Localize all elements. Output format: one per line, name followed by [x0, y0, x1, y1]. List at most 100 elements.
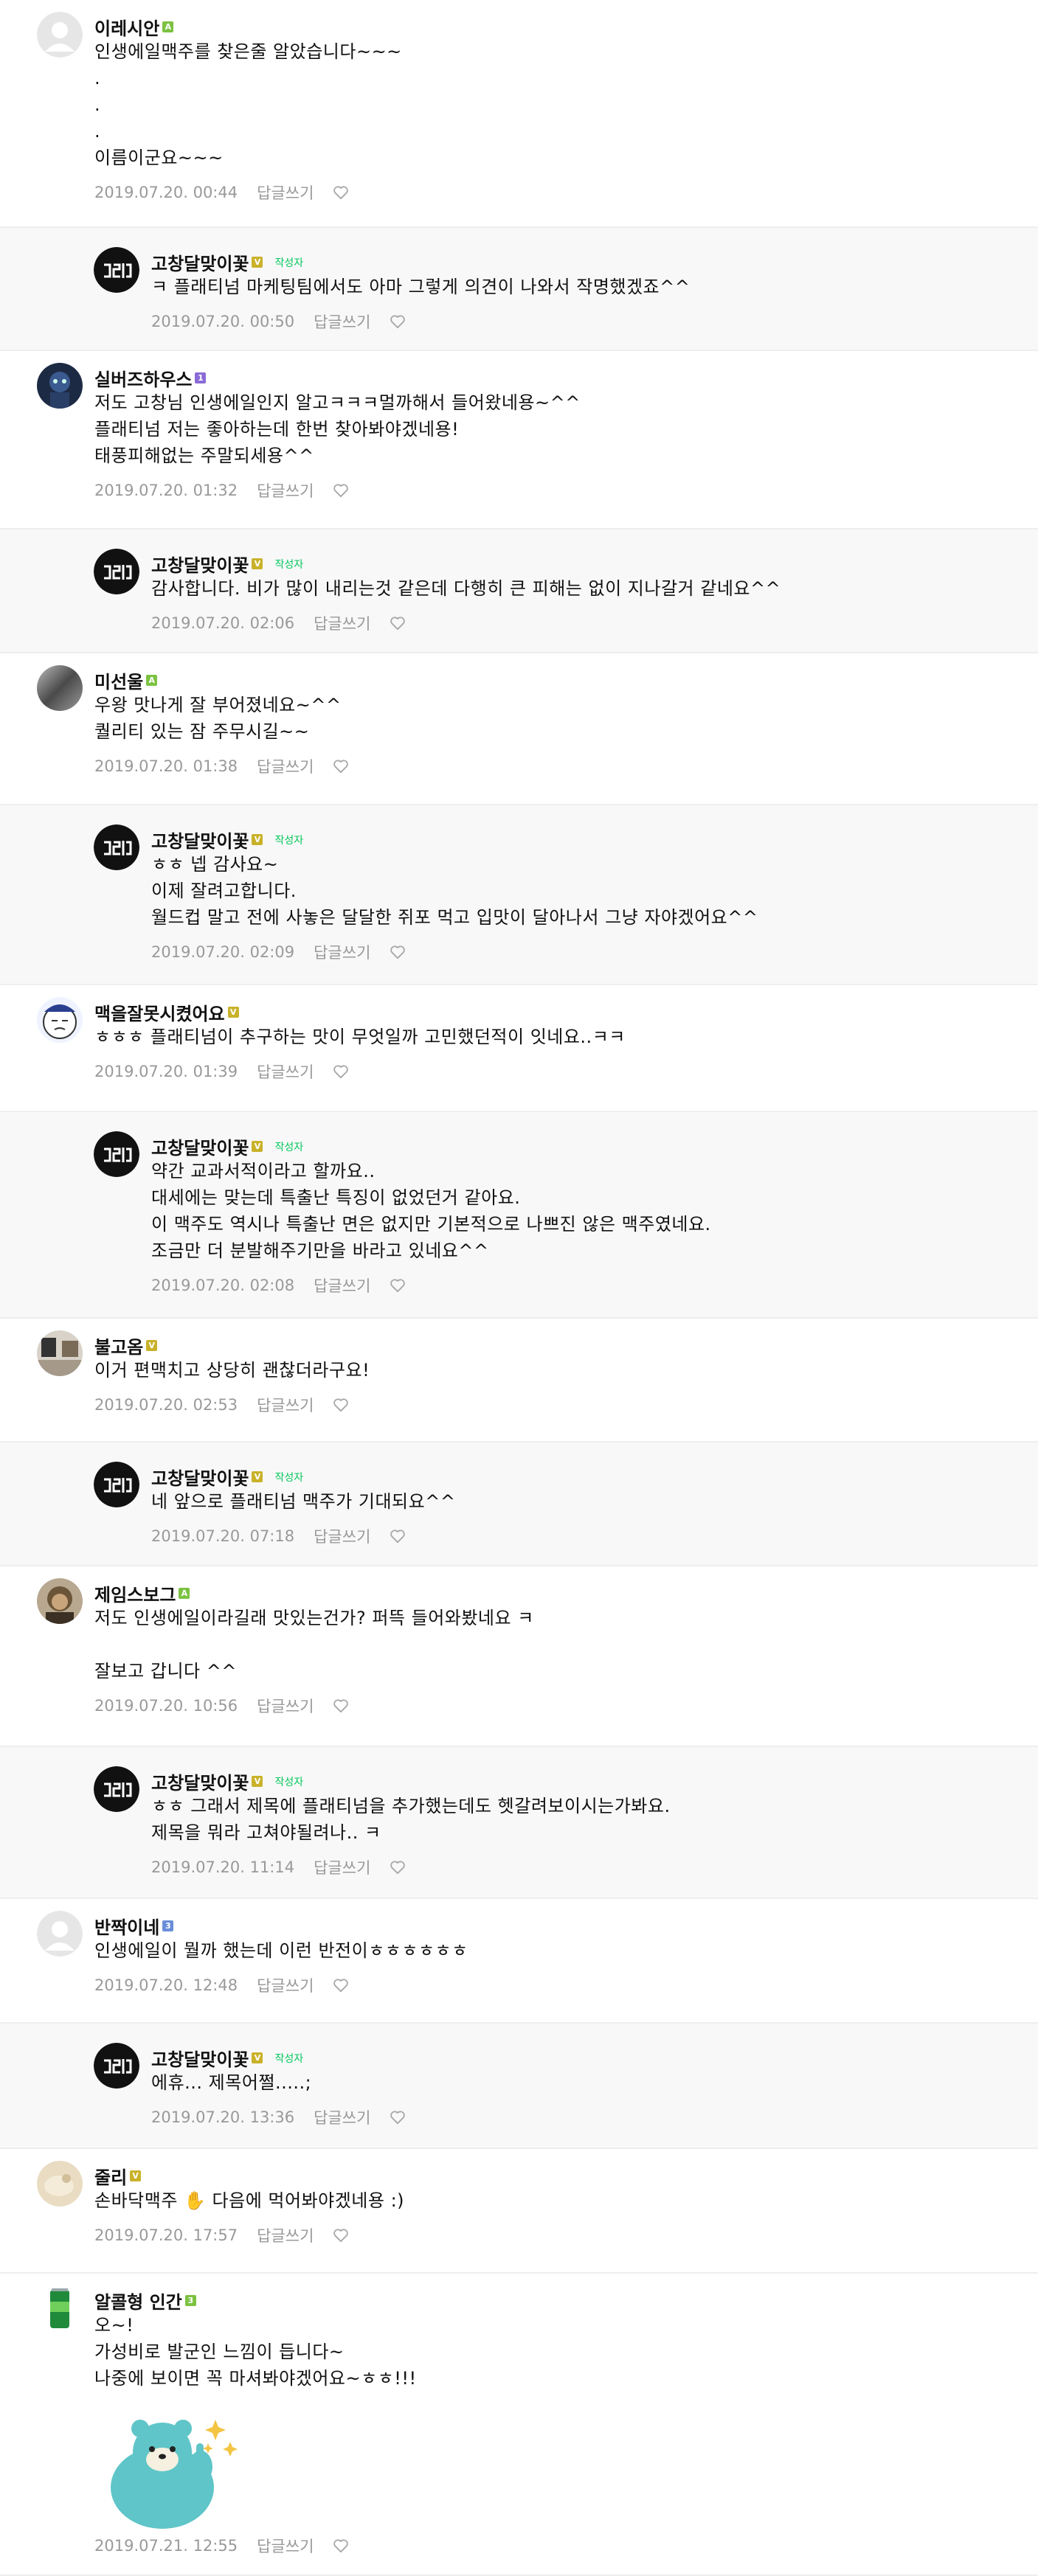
member-level-icon: 3	[162, 1920, 174, 1931]
reply-button[interactable]: 답글쓰기	[257, 2535, 314, 2557]
reply-button[interactable]: 답글쓰기	[314, 612, 370, 634]
heart-icon[interactable]	[390, 1278, 406, 1293]
brand-logo-avatar[interactable]	[94, 549, 139, 594]
reply-button[interactable]: 답글쓰기	[257, 1060, 314, 1083]
heart-icon[interactable]	[390, 2110, 406, 2125]
reply-button[interactable]: 답글쓰기	[314, 941, 370, 963]
reply-button[interactable]: 답글쓰기	[257, 1695, 314, 1717]
member-level-icon: V	[252, 257, 263, 268]
reply-button[interactable]: 답글쓰기	[314, 310, 370, 333]
reply-button[interactable]: 답글쓰기	[257, 2224, 314, 2246]
author-name[interactable]: 불고옴	[94, 1333, 143, 1358]
green-can-avatar[interactable]	[37, 2285, 83, 2331]
heart-icon[interactable]	[333, 2228, 349, 2243]
reply-button[interactable]: 답글쓰기	[314, 2106, 370, 2128]
reply-button[interactable]: 답글쓰기	[314, 1274, 370, 1296]
comment-text: 이거 편맥치고 상당히 괜찮더라구요!	[94, 1360, 370, 1381]
heart-icon[interactable]	[333, 1698, 349, 1713]
heart-icon[interactable]	[390, 314, 406, 329]
author-row: 불고옴 V	[94, 1333, 158, 1358]
portrait-photo-avatar[interactable]	[37, 1578, 83, 1624]
comment-meta: 2019.07.20. 01:38 답글쓰기	[94, 755, 349, 777]
comment: 반짝이네 3 인생에일이 뭘까 했는데 이런 반전이ㅎㅎㅎㅎㅎㅎ 2019.07.20…	[0, 1899, 1038, 2024]
reply-button[interactable]: 답글쓰기	[314, 1525, 370, 1547]
comment-text: 인생에일맥주를 찾은줄 알았습니다~~~ . . . 이름이군요~~~	[94, 41, 402, 168]
comment-text: 손바닥맥주 ✋ 다음에 먹어봐야겠네용 :)	[94, 2190, 405, 2211]
reply-button[interactable]: 답글쓰기	[257, 755, 314, 777]
gray-photo-avatar[interactable]	[37, 665, 83, 711]
author-name[interactable]: 맥을잘못시켰어요	[94, 999, 225, 1025]
reply-button[interactable]: 답글쓰기	[257, 479, 314, 501]
reply-button[interactable]: 답글쓰기	[257, 1974, 314, 1996]
author-name[interactable]: 고창달맞이꽃	[151, 551, 249, 577]
writer-badge: 작성자	[274, 1141, 304, 1153]
reply-comment: 고창달맞이꽃 V 작성자 ㅎㅎ 넵 감사요~ 이제 잘려고합니다. 월드컵 말고 전에…	[0, 805, 1038, 985]
comment-date: 2019.07.20. 00:50	[151, 313, 295, 330]
author-name[interactable]: 줄리	[94, 2163, 127, 2189]
heart-icon[interactable]	[333, 1064, 349, 1079]
author-name[interactable]: 고창달맞이꽃	[151, 1464, 249, 1490]
author-name[interactable]: 이레시안	[94, 14, 159, 40]
comment-text: 약간 교과서적이라고 할까요.. 대세에는 맞는데 특출난 특징이 없었던거 같…	[151, 1161, 711, 1261]
member-level-icon: V	[252, 834, 263, 845]
comment-date: 2019.07.20. 02:09	[151, 943, 295, 961]
writer-badge: 작성자	[274, 1471, 304, 1484]
default-avatar[interactable]	[37, 1911, 83, 1957]
brand-logo-avatar[interactable]	[94, 824, 139, 870]
author-name[interactable]: 실버즈하우스	[94, 365, 192, 391]
heart-icon[interactable]	[390, 616, 406, 631]
character-avatar[interactable]	[37, 363, 83, 409]
comment-date: 2019.07.20. 11:14	[151, 1858, 295, 1876]
heart-icon[interactable]	[390, 945, 406, 959]
reply-button[interactable]: 답글쓰기	[257, 1394, 314, 1416]
heart-icon[interactable]	[333, 483, 349, 498]
author-name[interactable]: 미선울	[94, 667, 143, 693]
comment: 미선울 A 우왕 맛나게 잘 부어졌네요~^^ 퀄리티 있는 잠 주무시길~~ 201…	[0, 653, 1038, 805]
comment-meta: 2019.07.20. 12:48 답글쓰기	[94, 1974, 349, 1996]
author-name[interactable]: 고창달맞이꽃	[151, 827, 249, 853]
comment-date: 2019.07.20. 10:56	[94, 1697, 238, 1715]
brand-logo-avatar[interactable]	[94, 1462, 139, 1507]
author-name[interactable]: 고창달맞이꽃	[151, 1768, 249, 1794]
comment-date: 2019.07.20. 02:53	[94, 1396, 238, 1414]
heart-icon[interactable]	[333, 1398, 349, 1412]
member-level-icon: A	[179, 1588, 190, 1599]
heart-icon[interactable]	[333, 185, 349, 200]
author-name[interactable]: 고창달맞이꽃	[151, 1133, 249, 1159]
brand-logo-avatar[interactable]	[94, 2043, 139, 2089]
reply-comment: 고창달맞이꽃 V 작성자 ㅎㅎ 그래서 제목에 플래티넘을 추가했는데도 헷갈려보이시…	[0, 1747, 1038, 1899]
heart-icon[interactable]	[333, 1978, 349, 1993]
reply-button[interactable]: 답글쓰기	[257, 181, 314, 204]
reply-comment: 고창달맞이꽃 V 작성자 약간 교과서적이라고 할까요.. 대세에는 맞는데 특출난 …	[0, 1112, 1038, 1319]
member-level-icon: V	[130, 2170, 142, 2181]
reply-comment: 고창달맞이꽃 V 작성자 감사합니다. 비가 많이 내리는것 같은데 다행히 큰 피해…	[0, 530, 1038, 653]
heart-icon[interactable]	[333, 759, 349, 774]
heart-icon[interactable]	[390, 1860, 406, 1875]
author-name[interactable]: 알콜형 인간	[94, 2288, 182, 2313]
author-row: 줄리 V	[94, 2163, 142, 2189]
author-name[interactable]: 고창달맞이꽃	[151, 249, 249, 275]
brand-logo-avatar[interactable]	[94, 247, 139, 293]
author-name[interactable]: 고창달맞이꽃	[151, 2045, 249, 2071]
comment-text: ㅎㅎ 넵 감사요~ 이제 잘려고합니다. 월드컵 말고 전에 사놓은 달달한 쥐…	[151, 854, 758, 928]
heart-icon[interactable]	[390, 1529, 406, 1544]
interior-photo-avatar[interactable]	[37, 1330, 83, 1376]
reply-comment: 고창달맞이꽃 V 작성자 네 앞으로 플래티넘 맥주가 기대되요^^ 2019.07.2…	[0, 1443, 1038, 1566]
brand-logo-avatar[interactable]	[94, 1766, 139, 1812]
heart-icon[interactable]	[333, 2538, 349, 2553]
author-name[interactable]: 제임스보그	[94, 1580, 176, 1606]
comment: 맥을잘못시켰어요 V ㅎㅎㅎ 플래티넘이 추구하는 맛이 무엇일까 고민했던적이 잇…	[0, 985, 1038, 1112]
brand-logo-avatar[interactable]	[94, 1131, 139, 1177]
comment: 줄리 V 손바닥맥주 ✋ 다음에 먹어봐야겠네용 :) 2019.07.20. 17:…	[0, 2149, 1038, 2274]
comment-meta: 2019.07.20. 07:18 답글쓰기	[151, 1525, 406, 1547]
comment-meta: 2019.07.20. 13:36 답글쓰기	[151, 2106, 406, 2128]
comment-meta: 2019.07.20. 02:53 답글쓰기	[94, 1394, 349, 1416]
default-avatar[interactable]	[37, 12, 83, 58]
cartoon-face-avatar[interactable]	[37, 997, 83, 1043]
author-name[interactable]: 반짝이네	[94, 1913, 159, 1939]
member-level-icon: V	[252, 558, 263, 569]
reply-button[interactable]: 답글쓰기	[314, 1856, 370, 1878]
comment-text: 감사합니다. 비가 많이 내리는것 같은데 다행히 큰 피해는 없이 지나갈거 …	[151, 578, 781, 599]
member-level-icon: A	[162, 21, 174, 32]
beige-photo-avatar[interactable]	[37, 2161, 83, 2207]
